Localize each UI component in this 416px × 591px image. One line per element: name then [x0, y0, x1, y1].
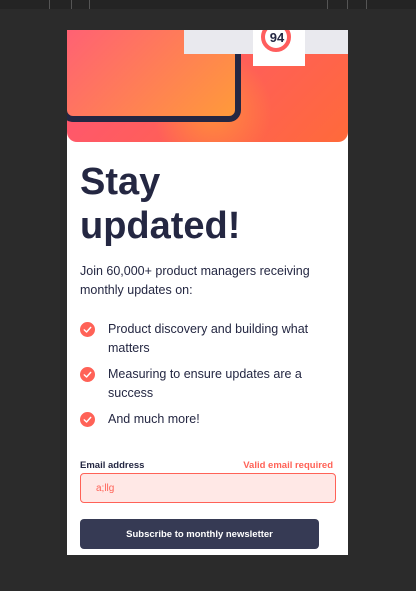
divider — [366, 0, 367, 9]
feature-text: Product discovery and building what matt… — [108, 322, 309, 355]
list-item: Product discovery and building what matt… — [80, 320, 340, 358]
newsletter-card: 94 Stay updated! Join 60,000+ product ma… — [67, 30, 348, 555]
check-circle-icon — [80, 367, 95, 382]
divider — [327, 0, 328, 9]
intro-text: Join 60,000+ product managers receiving … — [80, 264, 310, 297]
page-title: Stay updated! — [80, 160, 340, 248]
title-line-2: updated! — [80, 205, 241, 247]
email-error-message: Valid email required — [243, 460, 333, 471]
check-circle-icon — [80, 322, 95, 337]
hero-illustration: 94 — [67, 30, 348, 142]
feature-list: Product discovery and building what matt… — [80, 320, 340, 429]
feature-text: And much more! — [108, 412, 200, 426]
list-item: And much more! — [80, 410, 340, 429]
score-card: 94 — [253, 30, 305, 66]
check-circle-icon — [80, 412, 95, 427]
divider — [71, 0, 72, 9]
divider — [49, 0, 50, 9]
email-label-row: Email address Valid email required — [80, 460, 333, 474]
title-line-1: Stay — [80, 161, 161, 203]
divider — [89, 0, 90, 9]
score-value: 94 — [269, 30, 285, 45]
feature-text: Measuring to ensure updates are a succes… — [108, 367, 302, 400]
divider — [347, 0, 348, 9]
browser-top-strip — [0, 0, 416, 9]
email-field[interactable] — [80, 473, 336, 503]
subscribe-button[interactable]: Subscribe to monthly newsletter — [80, 519, 319, 549]
email-label: Email address — [80, 460, 145, 471]
list-item: Measuring to ensure updates are a succes… — [80, 365, 340, 403]
